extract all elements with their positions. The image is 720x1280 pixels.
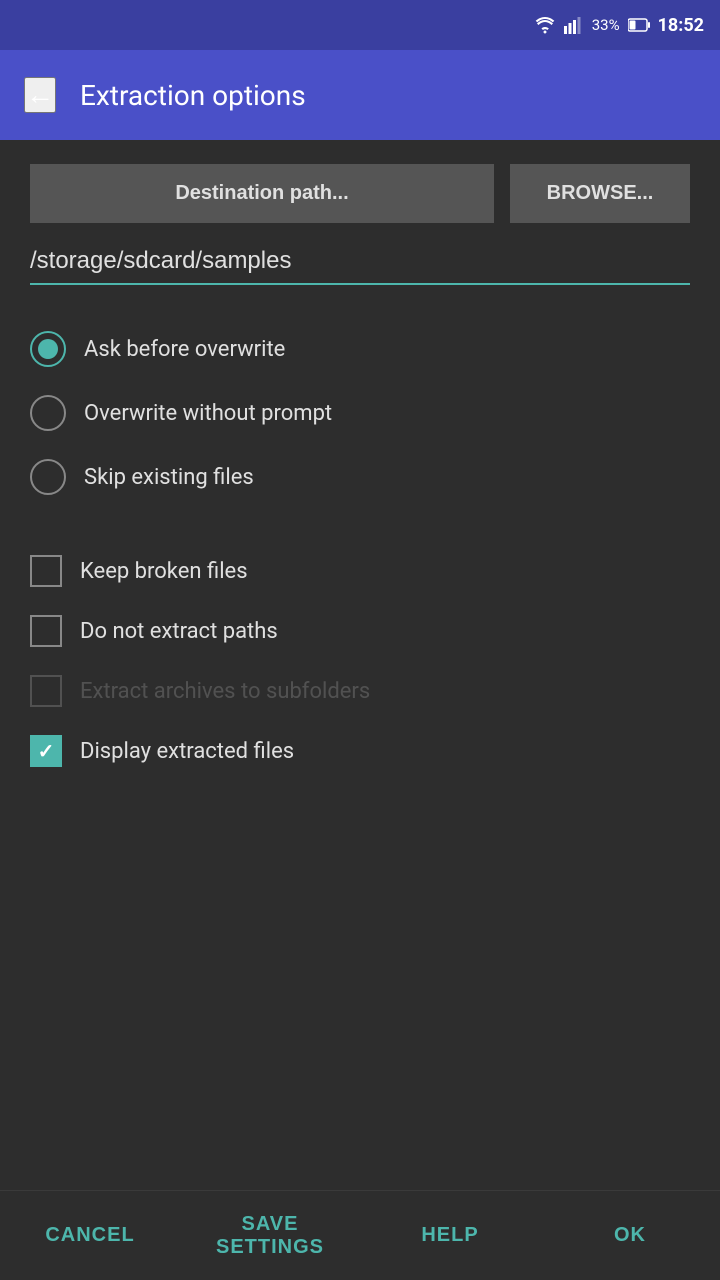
radio-circle-ask (30, 331, 66, 367)
status-bar: 33% 18:52 (0, 0, 720, 50)
checkbox-label-subfolders: Extract archives to subfolders (80, 679, 370, 704)
checkbox-label-keep-broken: Keep broken files (80, 559, 248, 584)
path-input[interactable] (30, 239, 690, 285)
radio-overwrite-without-prompt[interactable]: Overwrite without prompt (30, 381, 690, 445)
time-display: 18:52 (658, 15, 704, 36)
checkbox-box-keep-broken (30, 555, 62, 587)
checkbox-group: Keep broken files Do not extract paths E… (30, 541, 690, 781)
wifi-icon (534, 16, 556, 34)
browse-button[interactable]: BROWSE... (510, 164, 690, 223)
destination-path-button[interactable]: Destination path... (30, 164, 494, 223)
checkbox-box-no-paths (30, 615, 62, 647)
cancel-button[interactable]: CANCEL (0, 1191, 180, 1280)
back-button[interactable]: ← (24, 77, 56, 113)
radio-skip-existing[interactable]: Skip existing files (30, 445, 690, 509)
checkbox-label-display: Display extracted files (80, 739, 294, 764)
checkbox-label-no-paths: Do not extract paths (80, 619, 278, 644)
radio-label-ask: Ask before overwrite (84, 337, 285, 362)
radio-group: Ask before overwrite Overwrite without p… (30, 317, 690, 509)
radio-ask-before-overwrite[interactable]: Ask before overwrite (30, 317, 690, 381)
ok-button[interactable]: OK (540, 1191, 720, 1280)
checkbox-no-extract-paths[interactable]: Do not extract paths (30, 601, 690, 661)
radio-label-skip: Skip existing files (84, 465, 254, 490)
bottom-bar: CANCEL SAVESETTINGS HELP OK (0, 1190, 720, 1280)
radio-label-overwrite: Overwrite without prompt (84, 401, 332, 426)
checkbox-box-subfolders (30, 675, 62, 707)
back-arrow-icon: ← (26, 79, 54, 111)
status-icons: 33% 18:52 (534, 15, 704, 36)
battery-icon (628, 18, 650, 32)
main-content: Destination path... BROWSE... Ask before… (0, 140, 720, 1190)
signal-icon (564, 16, 584, 34)
app-bar: ← Extraction options (0, 50, 720, 140)
help-button[interactable]: HELP (360, 1191, 540, 1280)
radio-circle-skip (30, 459, 66, 495)
checkbox-extract-subfolders: Extract archives to subfolders (30, 661, 690, 721)
checkmark-icon: ✓ (38, 739, 55, 763)
battery-text: 33% (592, 16, 620, 34)
checkbox-keep-broken[interactable]: Keep broken files (30, 541, 690, 601)
radio-inner-ask (38, 339, 58, 359)
save-settings-label: SAVESETTINGS (216, 1213, 324, 1259)
save-settings-button[interactable]: SAVESETTINGS (180, 1191, 360, 1280)
destination-row: Destination path... BROWSE... (30, 164, 690, 223)
page-title: Extraction options (80, 79, 306, 112)
checkbox-display-extracted[interactable]: ✓ Display extracted files (30, 721, 690, 781)
checkbox-box-display: ✓ (30, 735, 62, 767)
radio-circle-overwrite (30, 395, 66, 431)
